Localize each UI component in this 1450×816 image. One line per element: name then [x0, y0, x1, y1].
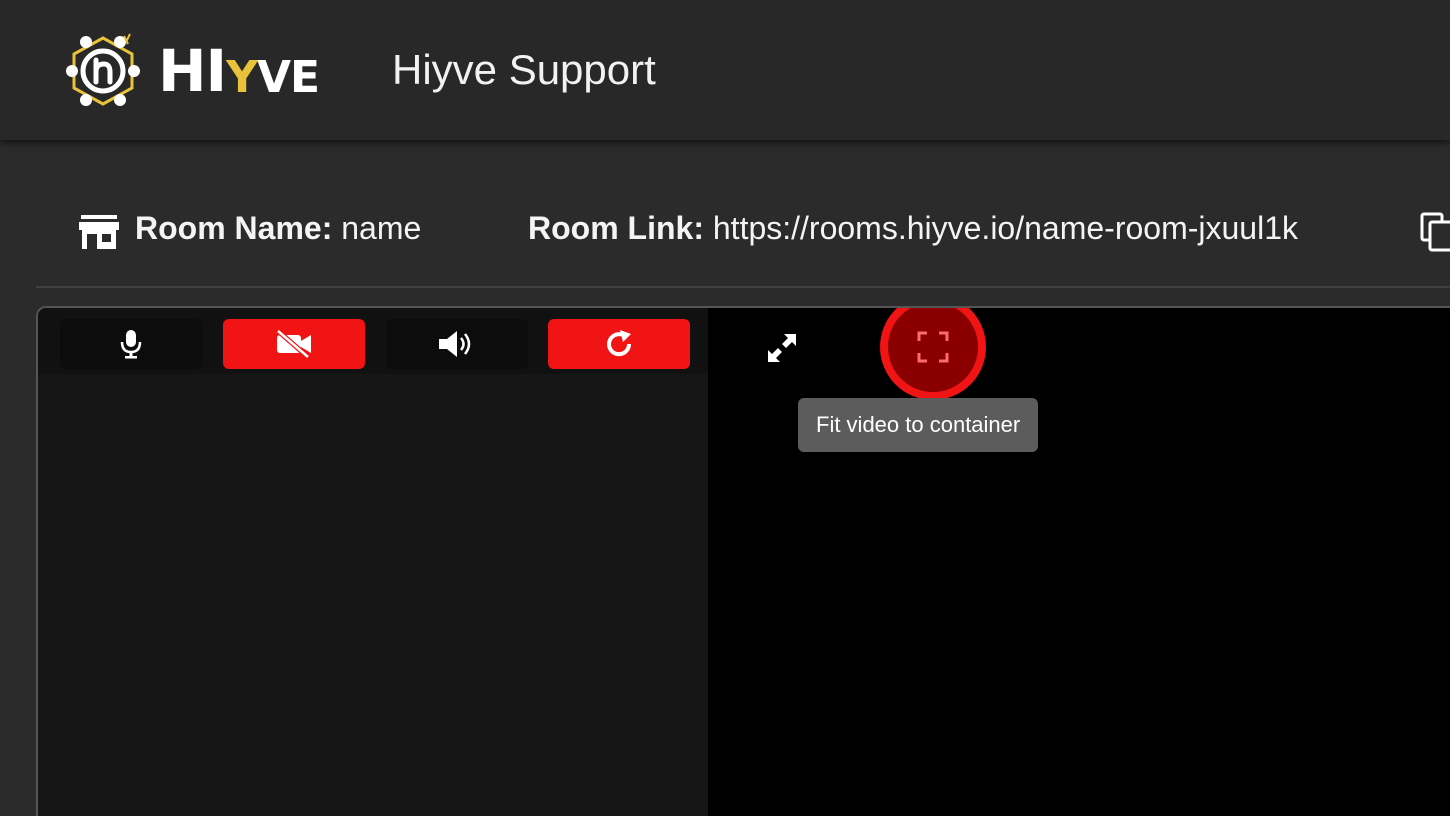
room-info-bar: Room Name: name Room Link: https://rooms…: [0, 140, 1450, 290]
speaker-button[interactable]: [386, 319, 528, 369]
refresh-button[interactable]: [548, 319, 690, 369]
section-divider: [36, 286, 1450, 288]
expand-button[interactable]: [760, 326, 804, 370]
app-window: HI Y VE Hiyve Support Room Name: name Room…: [0, 0, 1450, 816]
hiyve-logo-icon: [66, 33, 140, 106]
media-controls-bar: [38, 308, 708, 374]
camera-off-icon: [276, 329, 311, 359]
fit-video-tooltip: Fit video to container: [798, 398, 1039, 452]
room-name-value: name: [341, 210, 422, 246]
room-link: Room Link: https://rooms.hiyve.io/name-r…: [528, 210, 1298, 247]
app-title: Hiyve Support: [392, 46, 656, 93]
microphone-button[interactable]: [60, 319, 202, 369]
room-link-value[interactable]: https://rooms.hiyve.io/name-room-jxuul1k: [713, 210, 1298, 246]
room-name: Room Name: name: [135, 210, 421, 247]
room-name-label: Room Name:: [135, 210, 333, 246]
logo-text-hi: HI: [158, 37, 227, 105]
video-container: Fit video to container: [36, 306, 1450, 816]
microphone-icon: [120, 330, 142, 359]
camera-toggle-button[interactable]: [223, 319, 365, 369]
logo-text-y: Y: [226, 52, 258, 103]
app-header: HI Y VE Hiyve Support: [0, 0, 1450, 140]
hiyve-wordmark: HI Y VE: [158, 37, 320, 105]
refresh-icon: [607, 330, 632, 357]
expand-arrows-icon: [768, 334, 796, 362]
logo-text-ve: VE: [257, 52, 320, 103]
fit-to-container-icon: [917, 331, 949, 363]
hiyve-logo[interactable]: HI Y VE: [64, 32, 320, 110]
local-video-pane: [38, 308, 708, 816]
storefront-icon: [79, 215, 119, 249]
room-link-label: Room Link:: [528, 210, 704, 246]
copy-icon[interactable]: [1420, 210, 1450, 252]
volume-up-icon: [439, 331, 471, 357]
fit-video-highlight[interactable]: [880, 308, 986, 400]
